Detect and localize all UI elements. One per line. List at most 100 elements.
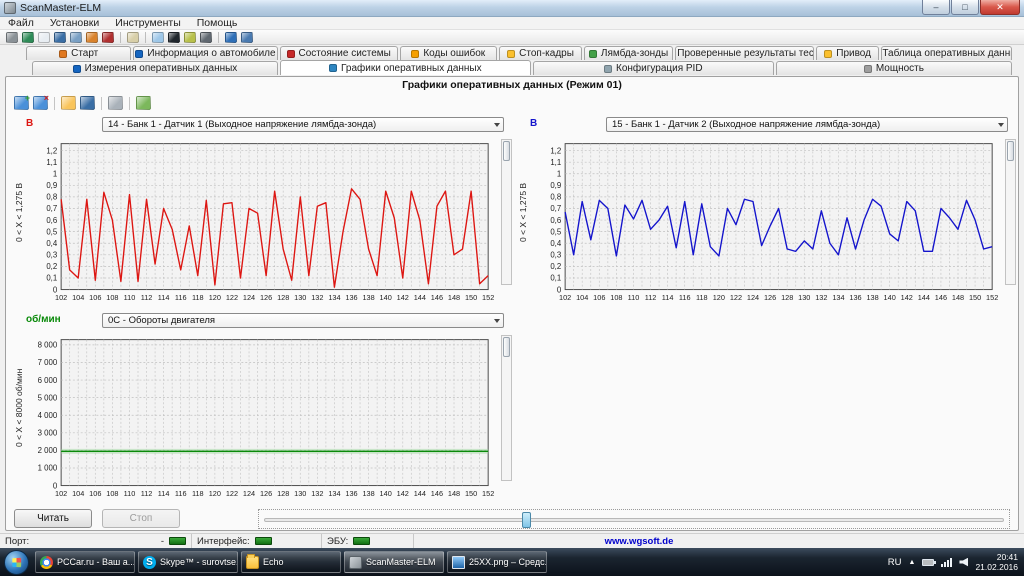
- menu-help[interactable]: Помощь: [189, 17, 246, 30]
- tab-live-data-graphs[interactable]: Графики оперативных данных: [280, 60, 531, 75]
- taskbar-item-folder[interactable]: Echo: [241, 551, 341, 573]
- chart-scrollbar[interactable]: [1005, 139, 1016, 285]
- scrollbar-thumb[interactable]: [503, 141, 510, 161]
- svg-text:106: 106: [593, 293, 605, 302]
- svg-text:116: 116: [679, 293, 691, 302]
- freeze-frames-icon: [507, 50, 515, 58]
- clock[interactable]: 20:41 21.02.2016: [975, 552, 1018, 572]
- svg-text:3 000: 3 000: [38, 429, 58, 438]
- pid-select[interactable]: 14 - Банк 1 - Датчик 1 (Выходное напряже…: [102, 117, 504, 132]
- svg-text:124: 124: [243, 293, 255, 302]
- info-icon[interactable]: [225, 32, 237, 43]
- timeline-slider[interactable]: [258, 509, 1010, 529]
- slider-track[interactable]: [264, 518, 1004, 522]
- taskbar-item-image[interactable]: 25XX.png – Средс...: [447, 551, 547, 573]
- print-icon[interactable]: [108, 96, 123, 110]
- svg-text:150: 150: [969, 293, 981, 302]
- tab-start[interactable]: Старт: [26, 46, 131, 60]
- tab-pid-config[interactable]: Конфигурация PID: [533, 61, 774, 75]
- maximize-button[interactable]: □: [951, 0, 979, 15]
- terminal-icon[interactable]: [168, 32, 180, 43]
- clock-icon[interactable]: [200, 32, 212, 43]
- tab-vehicle-info[interactable]: Информация о автомобиле: [133, 46, 277, 60]
- read-button[interactable]: Читать: [14, 509, 92, 528]
- connect-icon[interactable]: [6, 32, 18, 43]
- toolbar-separator: [145, 32, 146, 43]
- battery-icon[interactable]: [184, 32, 196, 43]
- svg-text:120: 120: [713, 293, 725, 302]
- clipboard-icon[interactable]: [127, 32, 139, 43]
- bottom-controls: Читать Стоп: [6, 509, 1018, 531]
- tab-dtc[interactable]: Коды ошибок: [400, 46, 497, 60]
- wgsoft-link[interactable]: www.wgsoft.de: [605, 536, 674, 547]
- status-port: Порт: -: [0, 534, 192, 548]
- exit-icon[interactable]: [241, 32, 253, 43]
- add-graph-icon[interactable]: +: [14, 96, 29, 110]
- tab-o2-sensors[interactable]: Лямбда-зонды: [584, 46, 672, 60]
- tab-power[interactable]: Мощность: [776, 61, 1012, 75]
- tab-live-data-meter[interactable]: Измерения оперативных данных: [32, 61, 278, 75]
- chart-icon[interactable]: [70, 32, 82, 43]
- svg-text:130: 130: [294, 489, 306, 498]
- report-icon[interactable]: [38, 32, 50, 43]
- image-icon: [452, 556, 465, 569]
- chart-panel-o2-b1s2: В 15 - Банк 1 - Датчик 2 (Выходное напря…: [518, 117, 1016, 311]
- minimize-button[interactable]: –: [922, 0, 950, 15]
- taskbar-item-skype[interactable]: SSkype™ - surovtse...: [138, 551, 238, 573]
- export-icon[interactable]: [136, 96, 151, 110]
- network-signal-icon[interactable]: [941, 557, 952, 567]
- tab-actuators[interactable]: Привод: [816, 46, 878, 60]
- pid-select[interactable]: 0C - Обороты двигателя: [102, 313, 504, 328]
- remove-graph-icon[interactable]: ×: [33, 96, 48, 110]
- line-chart: 00,10,20,30,40,50,60,70,80,911,11,210210…: [20, 135, 496, 307]
- tab-system-status[interactable]: Состояние системы: [280, 46, 398, 60]
- vehicle-icon[interactable]: [102, 32, 114, 43]
- svg-text:122: 122: [226, 489, 238, 498]
- pid-select-value: 0C - Обороты двигателя: [108, 315, 215, 326]
- svg-text:128: 128: [781, 293, 793, 302]
- chart-scrollbar[interactable]: [501, 139, 512, 285]
- svg-text:114: 114: [662, 293, 674, 302]
- dtc-icon[interactable]: [86, 32, 98, 43]
- volume-icon[interactable]: [959, 558, 968, 567]
- menu-tools[interactable]: Инструменты: [107, 17, 188, 30]
- svg-text:144: 144: [414, 489, 426, 498]
- scrollbar-thumb[interactable]: [503, 337, 510, 357]
- svg-text:0,9: 0,9: [550, 181, 561, 190]
- svg-text:0,9: 0,9: [46, 181, 57, 190]
- taskbar-item-chip[interactable]: ScanMaster-ELM: [344, 551, 444, 573]
- close-button[interactable]: ✕: [980, 0, 1020, 15]
- slider-thumb[interactable]: [522, 512, 531, 528]
- scrollbar-thumb[interactable]: [1007, 141, 1014, 161]
- pid-select[interactable]: 15 - Банк 1 - Датчик 2 (Выходное напряже…: [606, 117, 1008, 132]
- comment-icon[interactable]: [152, 32, 164, 43]
- menu-file[interactable]: Файл: [0, 17, 42, 30]
- tab-row-1: СтартИнформация о автомобилеСостояние си…: [0, 45, 1024, 60]
- ecu-label: ЭБУ:: [327, 536, 348, 547]
- tray-date: 21.02.2016: [975, 562, 1018, 572]
- web-icon[interactable]: [22, 32, 34, 43]
- chart-scrollbar[interactable]: [501, 335, 512, 481]
- tab-label: Графики оперативных данных: [341, 63, 482, 74]
- task-label: ScanMaster-ELM: [366, 557, 436, 567]
- svg-text:114: 114: [158, 293, 170, 302]
- tab-freeze-frames[interactable]: Стоп-кадры: [499, 46, 583, 60]
- tray-time: 20:41: [975, 552, 1018, 562]
- open-icon[interactable]: [61, 96, 76, 110]
- tab-live-data-table[interactable]: Таблица оперативных данных: [881, 46, 1012, 60]
- save-icon[interactable]: [80, 96, 95, 110]
- battery-icon[interactable]: [922, 559, 934, 566]
- menu-settings[interactable]: Установки: [42, 17, 107, 30]
- titlebar: ScanMaster-ELM – □ ✕: [0, 0, 1024, 17]
- table-icon[interactable]: [54, 32, 66, 43]
- language-indicator[interactable]: RU: [888, 557, 902, 568]
- svg-text:0,4: 0,4: [46, 239, 58, 248]
- taskbar-item-chrome[interactable]: PCCar.ru - Ваш а...: [35, 551, 135, 573]
- svg-text:128: 128: [277, 293, 289, 302]
- folder-icon: [246, 556, 259, 569]
- svg-text:122: 122: [226, 293, 238, 302]
- tray-expand-icon[interactable]: ▲: [909, 559, 916, 566]
- start-button[interactable]: [4, 550, 29, 575]
- tab-test-results[interactable]: Проверенные результаты теста: [675, 46, 815, 60]
- svg-text:130: 130: [294, 293, 306, 302]
